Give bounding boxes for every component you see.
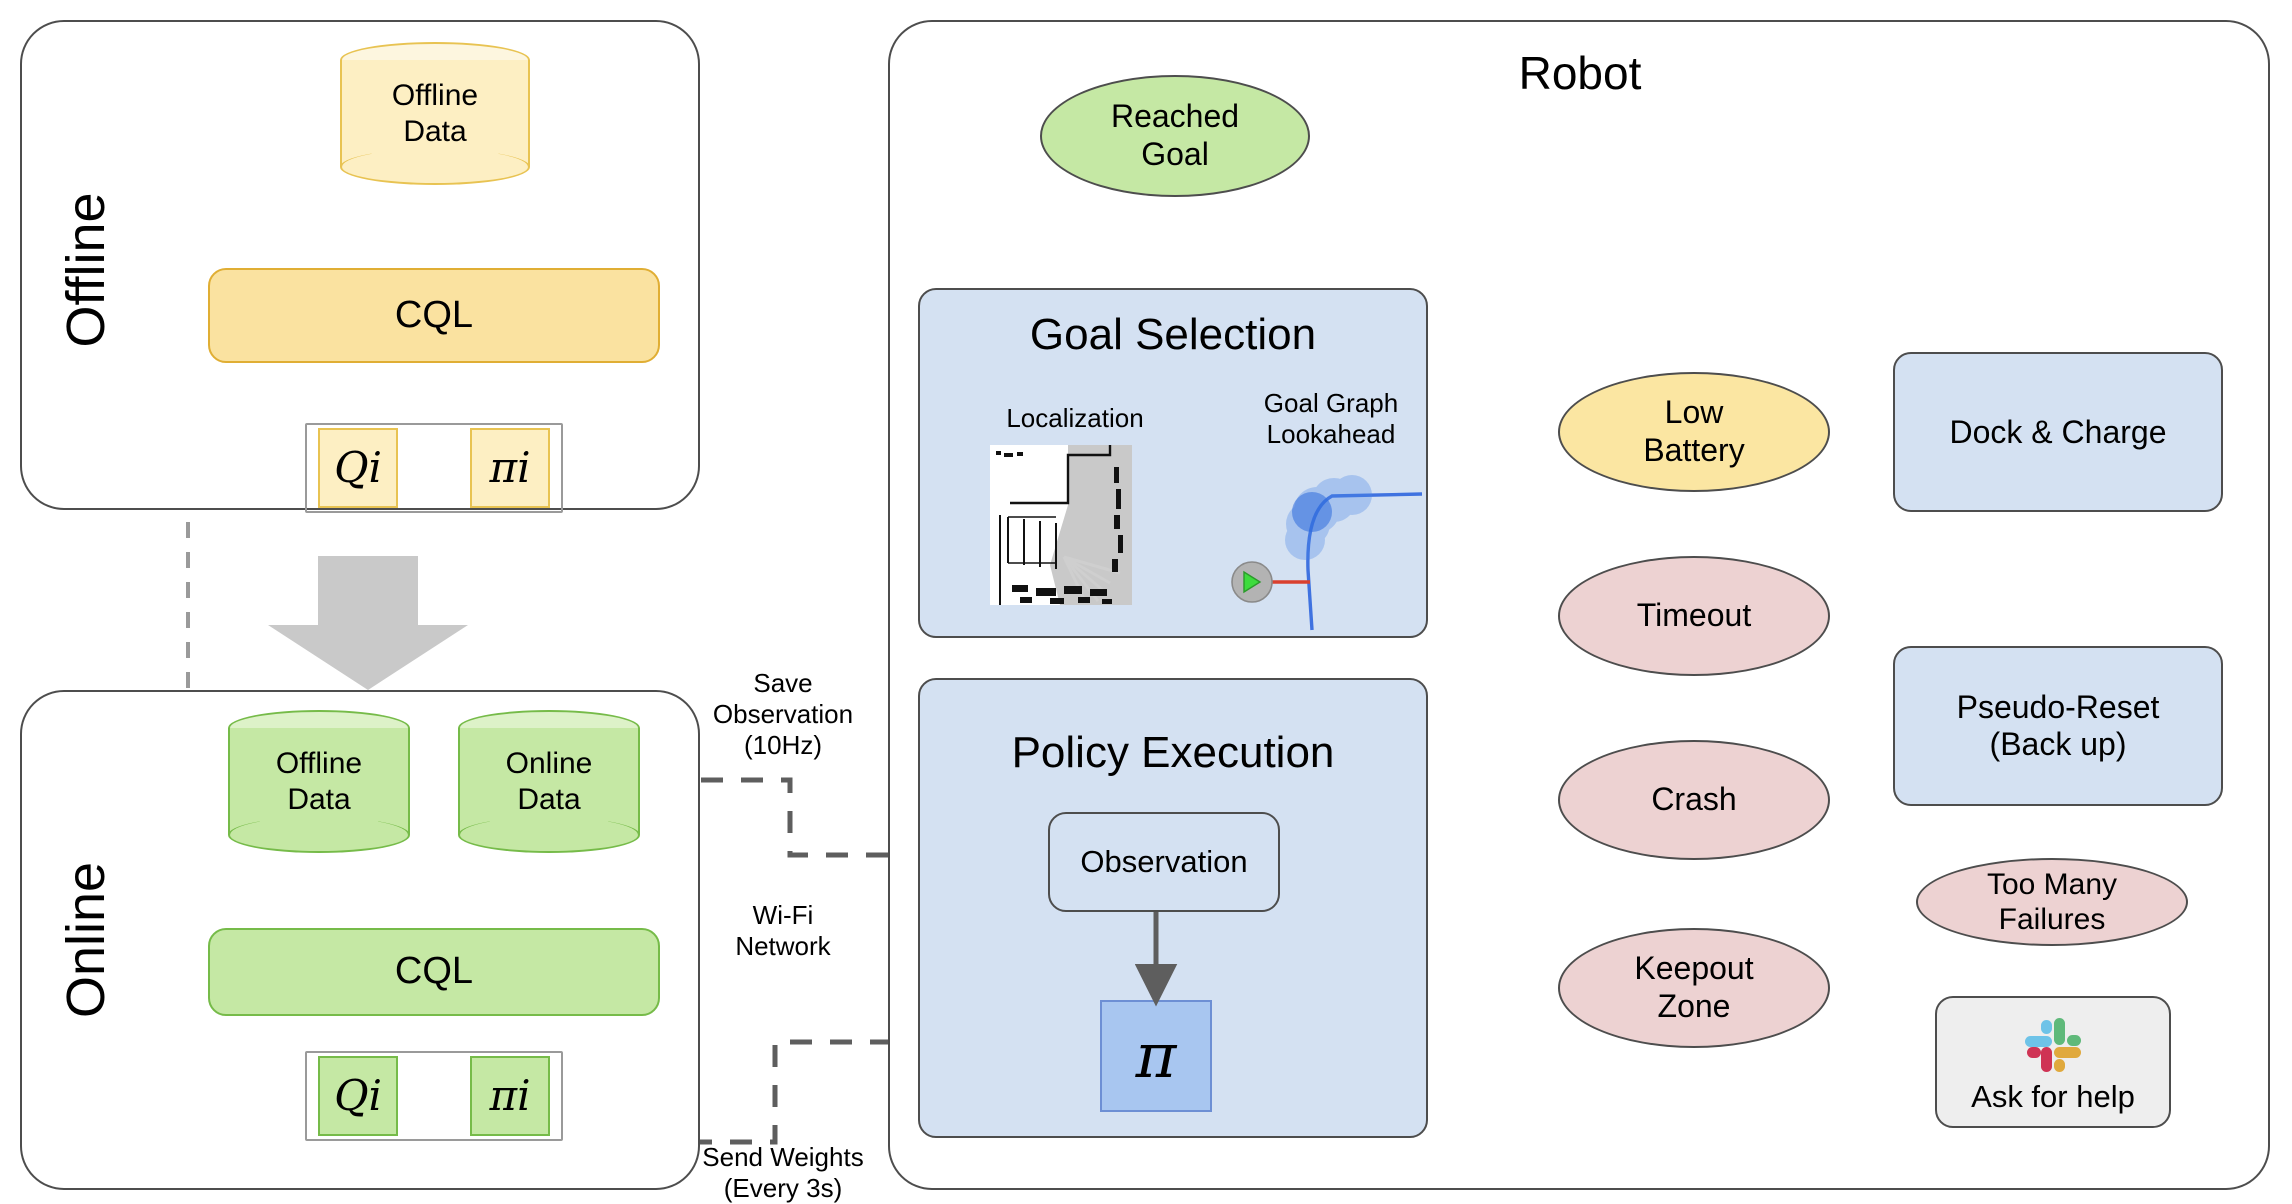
online-q-output: Qi (318, 1056, 398, 1136)
localization-caption: Localization (1006, 403, 1144, 433)
localization-thumbnail (990, 445, 1132, 605)
online-online-data-store: Online Data (458, 710, 640, 853)
diagram-canvas: Offline Offline Data CQL Qi πi Online Off… (0, 0, 2292, 1204)
cylinder-bottom (340, 149, 530, 185)
offline-to-online-arrow (268, 556, 468, 690)
policy-execution-title: Policy Execution (1011, 728, 1335, 777)
save-observation-label: Save Observation (10Hz) (712, 668, 854, 761)
event-crash[interactable]: Crash (1558, 740, 1830, 860)
online-phase-label: Online (56, 861, 116, 1019)
offline-q-symbol: Q (334, 442, 369, 492)
cylinder-bottom (228, 817, 410, 853)
offline-data-label: Offline Data (391, 78, 479, 148)
goal-graph-lookahead-thumbnail (1222, 440, 1428, 636)
recovery-pseudo-reset[interactable]: Pseudo-Reset (Back up) (1893, 646, 2223, 806)
online-cql-block: CQL (208, 928, 660, 1016)
slack-icon (2021, 1013, 2085, 1077)
goal-selection-title: Goal Selection (1029, 310, 1317, 359)
robot-title: Robot (1518, 47, 1642, 99)
offline-pi-subscript: i (517, 442, 531, 492)
ask-for-help-box[interactable]: Ask for help (1935, 996, 2171, 1128)
online-q-symbol: Q (334, 1070, 369, 1120)
event-keepout-zone[interactable]: Keepout Zone (1558, 928, 1830, 1048)
reached-goal-node[interactable]: Reached Goal (1040, 75, 1310, 197)
offline-data-store: Offline Data (340, 42, 530, 185)
online-offline-data-store: Offline Data (228, 710, 410, 853)
cylinder-bottom (458, 817, 640, 853)
online-pi-output: πi (470, 1056, 550, 1136)
online-offline-data-label: Offline Data (275, 746, 363, 816)
recovery-dock-and-charge[interactable]: Dock & Charge (1893, 352, 2223, 512)
offline-pi-symbol: π (489, 442, 518, 492)
online-pi-symbol: π (489, 1070, 518, 1120)
offline-phase-label: Offline (56, 192, 116, 348)
event-low-battery[interactable]: Low Battery (1558, 372, 1830, 492)
event-timeout[interactable]: Timeout (1558, 556, 1830, 676)
too-many-failures-node[interactable]: Too Many Failures (1916, 858, 2188, 946)
offline-pi-output: πi (470, 428, 550, 508)
ask-for-help-label: Ask for help (1971, 1079, 2135, 1115)
policy-node[interactable]: π (1100, 1000, 1212, 1112)
online-q-subscript: i (368, 1070, 382, 1120)
wifi-network-label: Wi-Fi Network (735, 900, 831, 962)
online-online-data-label: Online Data (505, 746, 593, 816)
offline-q-output: Qi (318, 428, 398, 508)
offline-cql-block: CQL (208, 268, 660, 363)
online-pi-subscript: i (517, 1070, 531, 1120)
policy-pi-symbol: π (1135, 1019, 1177, 1093)
observation-node[interactable]: Observation (1048, 812, 1280, 912)
send-weights-label: Send Weights (Every 3s) (702, 1142, 864, 1204)
offline-q-subscript: i (368, 442, 382, 492)
